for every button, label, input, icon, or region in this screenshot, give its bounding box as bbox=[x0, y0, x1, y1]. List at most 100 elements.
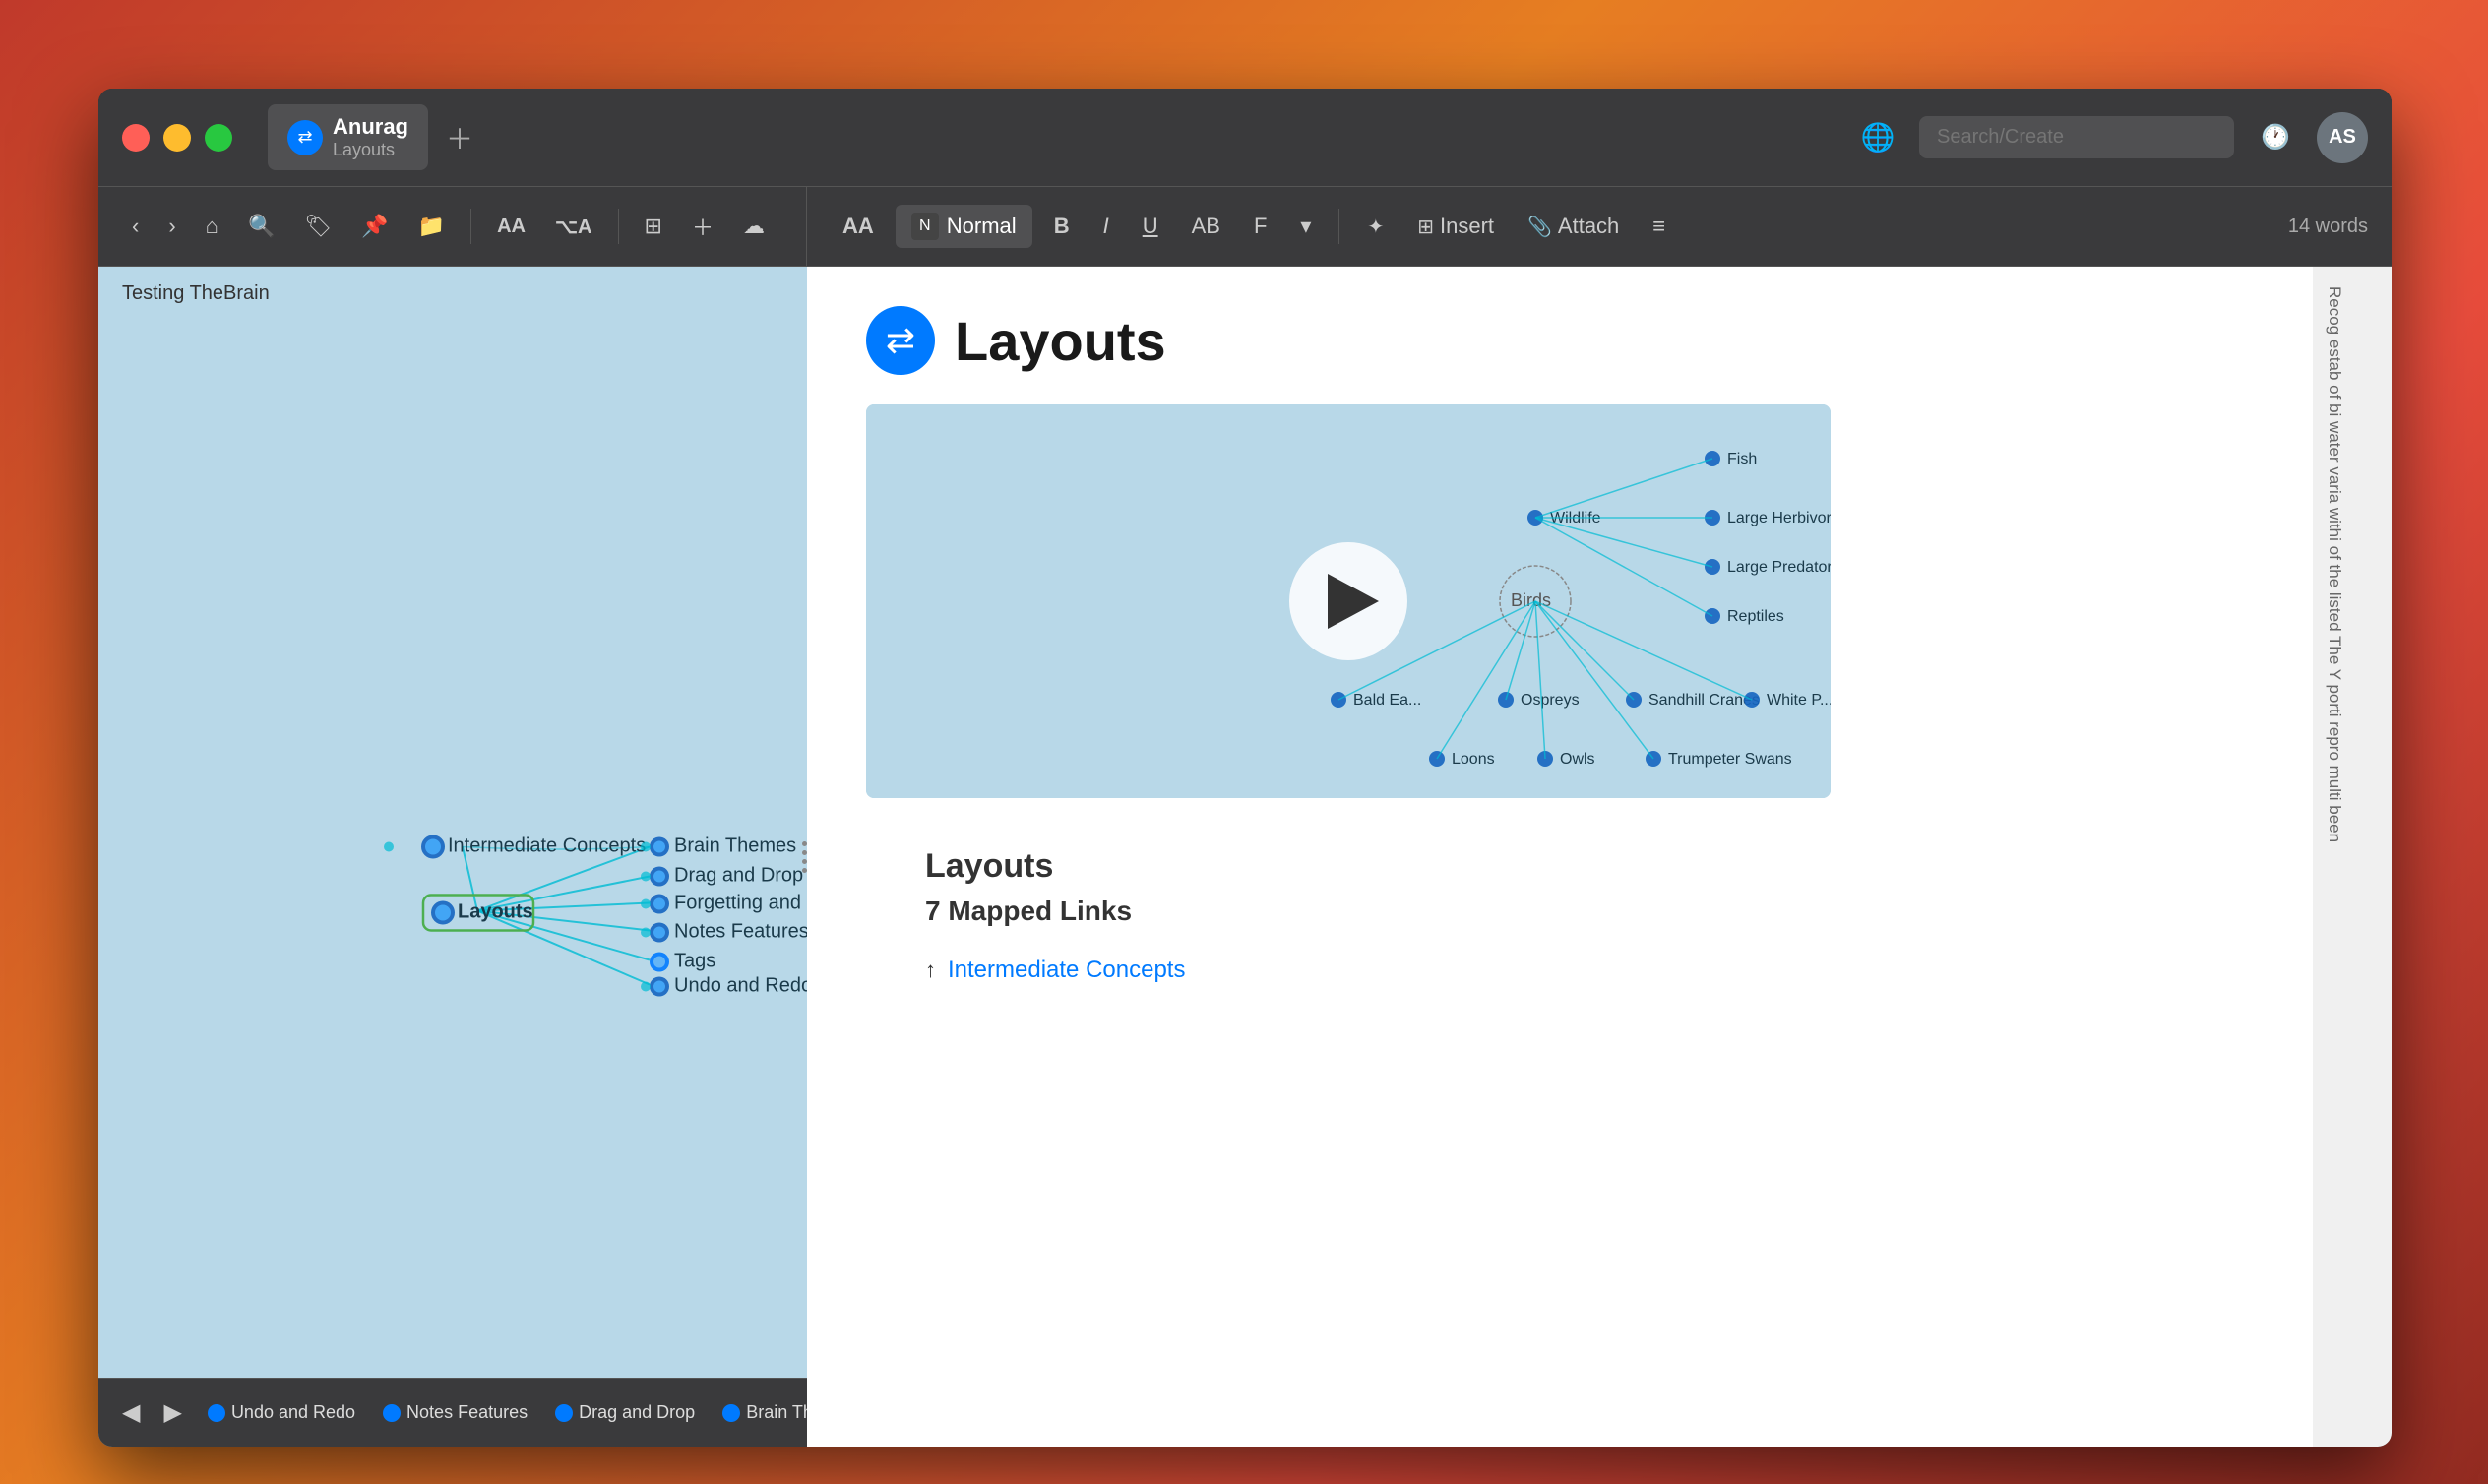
linked-item-label: Intermediate Concepts bbox=[948, 957, 1185, 984]
home-button[interactable]: ⌂ bbox=[196, 206, 228, 247]
status-bar: ◀ ▶ Undo and Redo Notes Features Drag an… bbox=[98, 1378, 807, 1447]
bold-button[interactable]: B bbox=[1042, 206, 1082, 247]
svg-text:Intermediate Concepts: Intermediate Concepts bbox=[448, 835, 646, 857]
font-size-button[interactable]: AA bbox=[487, 208, 535, 246]
svg-text:Owls: Owls bbox=[1560, 751, 1595, 768]
svg-text:White P...: White P... bbox=[1767, 692, 1831, 709]
status-label-notes: Notes Features bbox=[406, 1402, 528, 1423]
note-title-icon: ⇄ bbox=[866, 306, 935, 375]
attach-label: Attach bbox=[1558, 214, 1619, 239]
highlight-button[interactable]: AB bbox=[1180, 206, 1232, 247]
tab-subtitle: Layouts bbox=[333, 140, 408, 160]
brain-graph-svg: Intermediate Concepts Layouts Brain Them… bbox=[98, 267, 807, 1378]
status-nav-prev[interactable]: ◀ bbox=[114, 1394, 148, 1431]
svg-text:Sandhill Cranes: Sandhill Cranes bbox=[1648, 692, 1760, 709]
dropdown-button[interactable]: ▾ bbox=[1288, 206, 1323, 247]
note-divider-1 bbox=[1338, 209, 1339, 244]
note-title-row: ⇄ Layouts bbox=[866, 306, 2254, 375]
attach-button[interactable]: 📎 Attach bbox=[1516, 206, 1631, 247]
svg-text:Fish: Fish bbox=[1727, 451, 1757, 467]
status-item-notes-features[interactable]: Notes Features bbox=[373, 1396, 537, 1429]
tab-icon: ⇄ bbox=[287, 120, 323, 155]
close-button[interactable] bbox=[122, 124, 150, 152]
search-input[interactable] bbox=[1919, 116, 2234, 158]
svg-text:Large Herbivores: Large Herbivores bbox=[1727, 510, 1831, 526]
svg-text:Brain Themes: Brain Themes bbox=[674, 835, 796, 857]
add-tab-button[interactable]: ＋ bbox=[438, 116, 481, 159]
svg-text:Loons: Loons bbox=[1452, 751, 1495, 768]
status-item-undo-redo[interactable]: Undo and Redo bbox=[198, 1396, 365, 1429]
play-triangle-icon bbox=[1328, 574, 1379, 629]
lines-button[interactable]: ≡ bbox=[1641, 206, 1677, 247]
clock-icon[interactable]: 🕐 bbox=[2254, 116, 2297, 159]
tag-button[interactable]: 🏷 bbox=[294, 206, 342, 247]
maximize-button[interactable] bbox=[205, 124, 232, 152]
titlebar: ⇄ Anurag Layouts ＋ 🌐 🕐 AS bbox=[98, 89, 2392, 187]
titlebar-right: 🌐 🕐 AS bbox=[1856, 112, 2368, 163]
status-item-drag-drop[interactable]: Drag and Drop bbox=[545, 1396, 705, 1429]
word-count: 14 words bbox=[2288, 216, 2368, 238]
search-button[interactable]: 🔍 bbox=[238, 206, 284, 247]
note-panel: ⇄ Layouts Fish Wildlife Large Herbivores bbox=[807, 267, 2313, 1447]
tab-title: Anurag bbox=[333, 114, 408, 140]
left-toolbar: ‹ › ⌂ 🔍 🏷 📌 📁 AA ⌥A ⊞ ＋ ☁ bbox=[98, 187, 807, 266]
status-nav-next[interactable]: ▶ bbox=[156, 1394, 189, 1431]
note-content: ⇄ Layouts Fish Wildlife Large Herbivores bbox=[807, 267, 2313, 1447]
note-title: Layouts bbox=[955, 309, 1166, 373]
svg-text:Bald Ea...: Bald Ea... bbox=[1353, 692, 1421, 709]
svg-text:Notes Features: Notes Features bbox=[674, 921, 807, 943]
traffic-lights bbox=[122, 124, 232, 152]
toolbar-divider-1 bbox=[470, 209, 471, 244]
svg-text:Tags: Tags bbox=[674, 951, 715, 972]
svg-text:Drag and Drop: Drag and Drop bbox=[674, 865, 803, 887]
graph-area[interactable]: Intermediate Concepts Layouts Brain Them… bbox=[98, 267, 807, 1378]
graph-panel: Testing TheBrain bbox=[98, 267, 807, 1447]
mapped-link-item[interactable]: ↑ Intermediate Concepts bbox=[925, 947, 2195, 994]
toolbar-divider-2 bbox=[618, 209, 619, 244]
avatar[interactable]: AS bbox=[2317, 112, 2368, 163]
play-button[interactable] bbox=[1289, 542, 1407, 660]
underline-button[interactable]: U bbox=[1131, 206, 1170, 247]
add-node-button[interactable]: ＋ bbox=[682, 203, 723, 250]
right-toolbar: AA N Normal B I U AB F ▾ ✦ ⊞ Insert 📎 At… bbox=[807, 187, 2392, 266]
globe-icon[interactable]: 🌐 bbox=[1856, 116, 1899, 159]
active-tab[interactable]: ⇄ Anurag Layouts bbox=[268, 104, 428, 170]
svg-text:Undo and Redo: Undo and Redo bbox=[674, 975, 807, 997]
cloud-button[interactable]: ☁ bbox=[733, 206, 775, 247]
svg-text:Layouts: Layouts bbox=[458, 901, 533, 923]
nav-back-button[interactable]: ‹ bbox=[122, 206, 149, 247]
tree-button[interactable]: ⊞ bbox=[635, 206, 672, 247]
nav-forward-button[interactable]: › bbox=[158, 206, 185, 247]
right-sidebar: Recog estab of bi water varia withi of t… bbox=[2313, 267, 2392, 1447]
format-button[interactable]: ⌥A bbox=[545, 207, 602, 247]
svg-text:Trumpeter Swans: Trumpeter Swans bbox=[1668, 751, 1792, 768]
folder-button[interactable]: 📁 bbox=[408, 206, 455, 247]
sidebar-text: Recog estab of bi water varia withi of t… bbox=[2323, 286, 2346, 842]
main-content: Testing TheBrain bbox=[98, 267, 2392, 1447]
svg-text:Ospreys: Ospreys bbox=[1521, 692, 1580, 709]
font-format-button[interactable]: F bbox=[1242, 206, 1278, 247]
tab-area: ⇄ Anurag Layouts ＋ bbox=[268, 104, 481, 170]
svg-text:Large Predators: Large Predators bbox=[1727, 559, 1831, 576]
svg-text:Forgetting and ...: Forgetting and ... bbox=[674, 893, 807, 914]
status-item-brain-themes[interactable]: Brain Themes bbox=[713, 1396, 807, 1429]
note-style-dropdown[interactable]: N Normal bbox=[896, 205, 1032, 248]
toolbars-row: ‹ › ⌂ 🔍 🏷 📌 📁 AA ⌥A ⊞ ＋ ☁ AA N Normal B … bbox=[98, 187, 2392, 267]
link-up-arrow: ↑ bbox=[925, 958, 936, 983]
note-font-size-button[interactable]: AA bbox=[831, 206, 886, 247]
ai-button[interactable]: ✦ bbox=[1355, 207, 1396, 247]
main-window: ⇄ Anurag Layouts ＋ 🌐 🕐 AS ‹ › ⌂ 🔍 🏷 📌 📁 bbox=[98, 89, 2392, 1447]
mapped-links-section: Layouts 7 Mapped Links ↑ Intermediate Co… bbox=[866, 828, 2254, 1033]
insert-label: Insert bbox=[1440, 214, 1494, 239]
style-label: Normal bbox=[947, 214, 1017, 239]
video-embed[interactable]: Fish Wildlife Large Herbivores Birds Lar… bbox=[866, 404, 1831, 798]
mapped-links-title: Layouts bbox=[925, 847, 2195, 886]
status-label-undo: Undo and Redo bbox=[231, 1402, 355, 1423]
minimize-button[interactable] bbox=[163, 124, 191, 152]
italic-button[interactable]: I bbox=[1091, 206, 1121, 247]
insert-button[interactable]: ⊞ Insert bbox=[1405, 206, 1506, 247]
resize-handle[interactable] bbox=[801, 267, 807, 1447]
svg-text:Reptiles: Reptiles bbox=[1727, 608, 1784, 625]
tab-text: Anurag Layouts bbox=[333, 114, 408, 160]
pin-button[interactable]: 📌 bbox=[351, 206, 398, 247]
